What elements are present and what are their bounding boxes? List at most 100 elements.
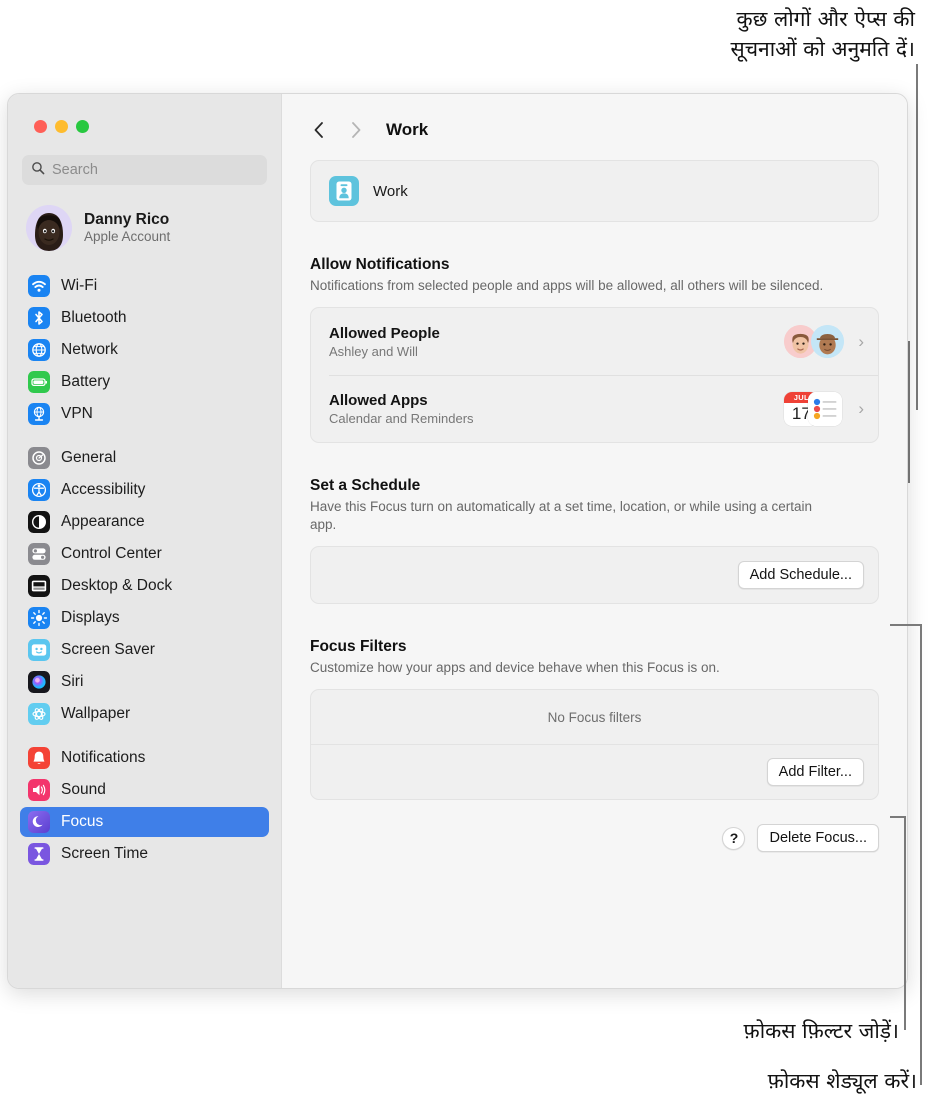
sidebar-item-notifications[interactable]: Notifications: [20, 743, 269, 773]
sidebar-item-label: VPN: [61, 405, 93, 422]
account-subtitle: Apple Account: [84, 229, 171, 245]
allowed-apps-row[interactable]: Allowed Apps Calendar and Reminders JUL …: [311, 375, 878, 442]
sidebar-item-focus[interactable]: Focus: [20, 807, 269, 837]
forward-button[interactable]: [346, 121, 364, 139]
callout-allow-notifications: कुछ लोगों और ऐप्स की सूचनाओं को अनुमति द…: [731, 4, 915, 64]
delete-focus-button[interactable]: Delete Focus...: [757, 824, 879, 852]
system-settings-window: Danny Rico Apple Account Wi-Fi Bluetooth…: [7, 93, 908, 989]
leader-line-top: [916, 64, 918, 410]
callout-line-2: सूचनाओं को अनुमति दें।: [730, 37, 915, 61]
no-focus-filters-text: No Focus filters: [311, 690, 878, 745]
focus-moon-icon: [28, 811, 50, 833]
sidebar-group-2: Notifications Sound Focus Screen Time: [18, 743, 271, 869]
account-row[interactable]: Danny Rico Apple Account: [24, 201, 267, 255]
focus-filters-description: Customize how your apps and device behav…: [310, 660, 720, 675]
sidebar-group-1: General Accessibility Appearance Control…: [18, 443, 271, 729]
search-field[interactable]: [22, 155, 267, 185]
network-globe-icon: [28, 339, 50, 361]
sidebar-item-label: Appearance: [61, 513, 145, 530]
sidebar-item-appearance[interactable]: Appearance: [20, 507, 269, 537]
sidebar-item-vpn[interactable]: VPN: [20, 399, 269, 429]
sidebar-item-label: Notifications: [61, 749, 146, 766]
sidebar-item-sound[interactable]: Sound: [20, 775, 269, 805]
sidebar-item-network[interactable]: Network: [20, 335, 269, 365]
focus-identity-card[interactable]: Work: [310, 160, 879, 222]
search-input[interactable]: [52, 162, 258, 178]
window-traffic-lights[interactable]: [18, 94, 271, 133]
sidebar-group-0: Wi-Fi Bluetooth Network Battery VPN: [18, 271, 271, 429]
sidebar-item-label: Wi-Fi: [61, 277, 98, 294]
sidebar-nav: Wi-Fi Bluetooth Network Battery VPN Gene…: [18, 269, 271, 883]
sidebar-item-label: Bluetooth: [61, 309, 127, 326]
sidebar-item-wi-fi[interactable]: Wi-Fi: [20, 271, 269, 301]
page-title: Work: [386, 120, 429, 139]
sidebar-item-label: Control Center: [61, 545, 162, 562]
sidebar-item-general[interactable]: General: [20, 443, 269, 473]
add-schedule-button[interactable]: Add Schedule...: [737, 561, 864, 589]
sidebar-item-battery[interactable]: Battery: [20, 367, 269, 397]
toolbar: Work: [282, 94, 907, 140]
set-schedule-title: Set a Schedule: [310, 477, 421, 494]
account-name: Danny Rico: [84, 210, 170, 228]
accessibility-icon: [28, 479, 50, 501]
leader-filter-v: [904, 816, 906, 1030]
sidebar-item-control-center[interactable]: Control Center: [20, 539, 269, 569]
sidebar-item-siri[interactable]: Siri: [20, 667, 269, 697]
allow-notifications-description: Notifications from selected people and a…: [310, 278, 824, 293]
sidebar-item-label: General: [61, 449, 117, 466]
sidebar-item-accessibility[interactable]: Accessibility: [20, 475, 269, 505]
sidebar-item-label: Displays: [61, 609, 120, 626]
settings-content: Work Allow Notifications Notifications f…: [282, 160, 907, 852]
sidebar-item-label: Siri: [61, 673, 84, 690]
allowed-people-row[interactable]: Allowed People Ashley and Will ›: [311, 308, 878, 375]
sidebar-item-label: Battery: [61, 373, 111, 390]
bluetooth-icon: [28, 307, 50, 329]
reminders-icon: [808, 391, 843, 426]
wifi-icon: [28, 275, 50, 297]
zoom-button[interactable]: [76, 120, 89, 133]
sidebar-item-screen-saver[interactable]: Screen Saver: [20, 635, 269, 665]
sidebar-item-label: Screen Saver: [61, 641, 155, 658]
gear-icon: [28, 447, 50, 469]
minimize-button[interactable]: [55, 120, 68, 133]
sidebar-item-displays[interactable]: Displays: [20, 603, 269, 633]
sound-speaker-icon: [28, 779, 50, 801]
work-badge-icon: [329, 176, 359, 206]
avatar-group: [784, 325, 846, 358]
battery-icon: [28, 371, 50, 393]
close-button[interactable]: [34, 120, 47, 133]
notifications-bell-icon: [28, 747, 50, 769]
screen-time-hourglass-icon: [28, 843, 50, 865]
wallpaper-icon: [28, 703, 50, 725]
leader-schedule-v: [920, 624, 922, 1085]
control-center-icon: [28, 543, 50, 565]
focus-filters-section: Focus Filters Customize how your apps an…: [310, 638, 879, 677]
callout-add-filter: फ़ोकस फ़िल्टर जोड़ें।: [743, 1019, 899, 1043]
sidebar-item-label: Desktop & Dock: [61, 577, 173, 594]
appearance-icon: [28, 511, 50, 533]
focus-filters-title: Focus Filters: [310, 638, 407, 655]
leader-schedule-h: [890, 624, 922, 626]
callout-line-1: कुछ लोगों और ऐप्स की: [736, 7, 915, 31]
allow-notifications-title: Allow Notifications: [310, 256, 450, 273]
sidebar-item-desktop-dock[interactable]: Desktop & Dock: [20, 571, 269, 601]
sidebar-item-screen-time[interactable]: Screen Time: [20, 839, 269, 869]
chevron-right-icon: ›: [858, 332, 864, 351]
desktop-dock-icon: [28, 575, 50, 597]
displays-icon: [28, 607, 50, 629]
set-schedule-section: Set a Schedule Have this Focus turn on a…: [310, 477, 879, 534]
add-filter-button[interactable]: Add Filter...: [766, 758, 864, 786]
sidebar: Danny Rico Apple Account Wi-Fi Bluetooth…: [8, 94, 282, 988]
bottom-bar: ? Delete Focus...: [310, 824, 879, 852]
sidebar-item-wallpaper[interactable]: Wallpaper: [20, 699, 269, 729]
allowed-apps-subtitle: Calendar and Reminders: [329, 410, 474, 426]
main-pane: Work Work Allow Notifications Notificati…: [282, 94, 907, 988]
allowed-rows-card: Allowed People Ashley and Will › Allowed…: [310, 307, 879, 443]
back-button[interactable]: [310, 121, 328, 139]
sidebar-item-label: Accessibility: [61, 481, 146, 498]
allowed-apps-title: Allowed Apps: [329, 391, 428, 409]
sidebar-item-bluetooth[interactable]: Bluetooth: [20, 303, 269, 333]
help-button[interactable]: ?: [722, 826, 746, 850]
avatar-will: [811, 325, 845, 358]
allowed-people-title: Allowed People: [329, 324, 440, 342]
